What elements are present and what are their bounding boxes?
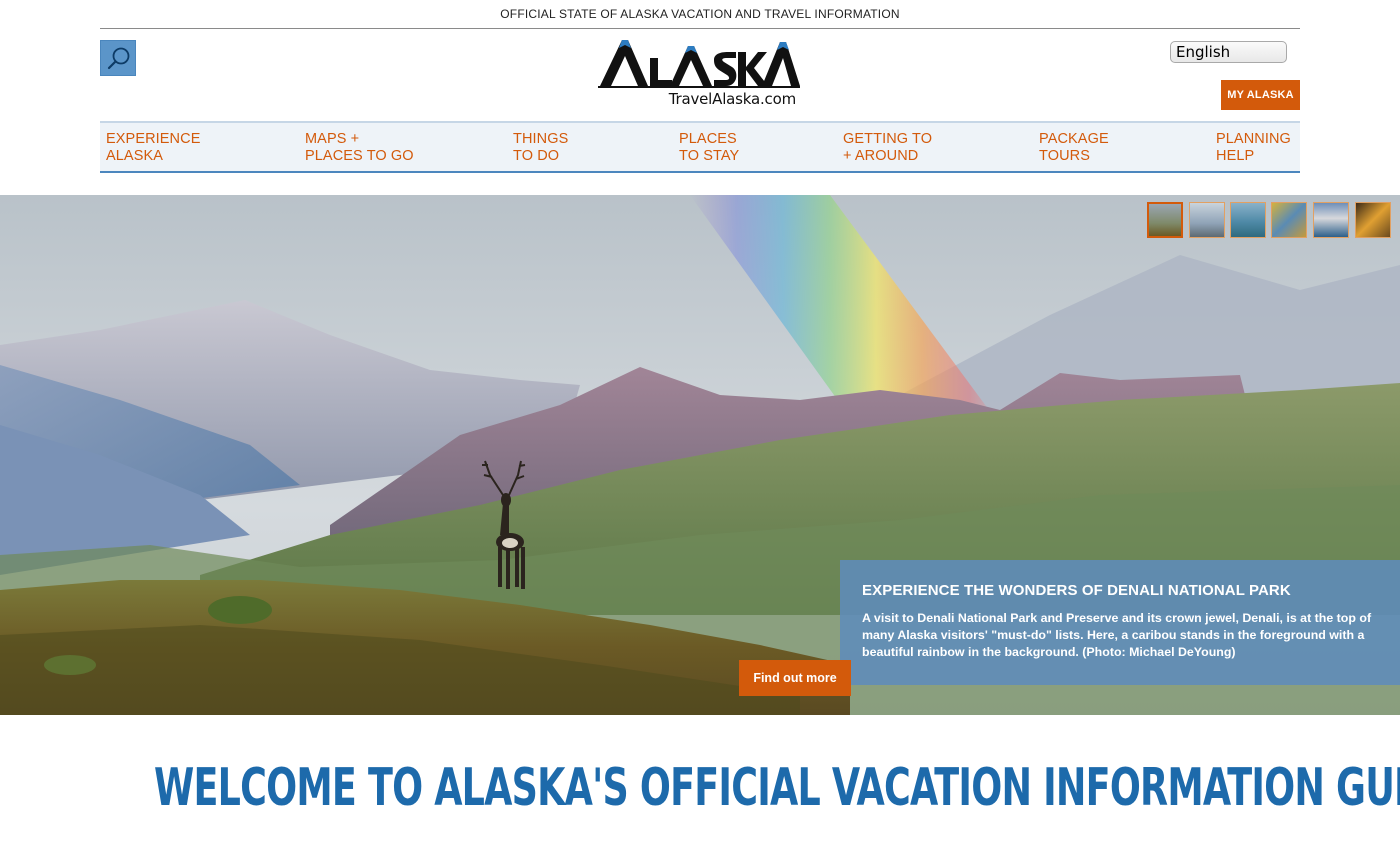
welcome-heading: WELCOME TO ALASKA'S OFFICIAL VACATION IN… bbox=[154, 758, 1400, 818]
my-alaska-button[interactable]: MY ALASKA bbox=[1221, 80, 1300, 110]
nav-package-tours[interactable]: PACKAGE TOURS bbox=[1039, 131, 1109, 165]
nav-label-line2: ALASKA bbox=[106, 148, 164, 164]
slide-thumb-3[interactable] bbox=[1230, 202, 1266, 238]
nav-label-line1: PLACES bbox=[679, 131, 737, 147]
nav-things-to-do[interactable]: THINGS TO DO bbox=[513, 131, 568, 165]
nav-label-line2: PLACES TO GO bbox=[305, 148, 414, 164]
nav-experience-alaska[interactable]: EXPERIENCE ALASKA bbox=[106, 131, 200, 165]
alaska-wordmark bbox=[598, 40, 800, 88]
official-info-bar: OFFICIAL STATE OF ALASKA VACATION AND TR… bbox=[100, 0, 1300, 29]
nav-label-line2: TOURS bbox=[1039, 148, 1090, 164]
alaska-logo[interactable]: TravelAlaska.com bbox=[598, 36, 802, 110]
nav-maps-places[interactable]: MAPS + PLACES TO GO bbox=[305, 131, 414, 165]
nav-label-line2: + AROUND bbox=[843, 148, 919, 164]
search-button[interactable] bbox=[100, 40, 136, 76]
slide-thumb-2[interactable] bbox=[1189, 202, 1225, 238]
find-out-more-button[interactable]: Find out more bbox=[739, 660, 851, 696]
slide-thumb-6[interactable] bbox=[1355, 202, 1391, 238]
caption-body: A visit to Denali National Park and Pres… bbox=[862, 611, 1372, 659]
nav-label-line1: MAPS + bbox=[305, 131, 360, 147]
nav-label-line2: TO DO bbox=[513, 148, 560, 164]
nav-label-line1: GETTING TO bbox=[843, 131, 933, 147]
slide-thumbnails bbox=[1147, 202, 1393, 240]
nav-getting-around[interactable]: GETTING TO + AROUND bbox=[843, 131, 932, 165]
nav-places-to-stay[interactable]: PLACES TO STAY bbox=[679, 131, 739, 165]
nav-label-line1: PACKAGE bbox=[1039, 131, 1109, 147]
nav-label-line2: TO STAY bbox=[679, 148, 740, 164]
slide-thumb-5[interactable] bbox=[1313, 202, 1349, 238]
slide-thumb-4[interactable] bbox=[1271, 202, 1307, 238]
nav-label-line2: HELP bbox=[1216, 148, 1255, 164]
search-icon bbox=[107, 47, 130, 70]
language-select[interactable]: English bbox=[1170, 41, 1287, 63]
logo-tagline: TravelAlaska.com bbox=[668, 90, 796, 108]
nav-label-line1: EXPERIENCE bbox=[106, 131, 201, 147]
slide-thumb-1[interactable] bbox=[1147, 202, 1183, 238]
nav-label-line1: THINGS bbox=[513, 131, 569, 147]
nav-planning-help[interactable]: PLANNING HELP bbox=[1216, 131, 1291, 165]
caption-title: EXPERIENCE THE WONDERS OF DENALI NATIONA… bbox=[862, 582, 1291, 599]
main-nav: EXPERIENCE ALASKA MAPS + PLACES TO GO TH… bbox=[100, 121, 1300, 173]
hero-caption: EXPERIENCE THE WONDERS OF DENALI NATIONA… bbox=[840, 560, 1400, 685]
hero-slideshow: EXPERIENCE THE WONDERS OF DENALI NATIONA… bbox=[0, 195, 1400, 715]
nav-label-line1: PLANNING bbox=[1216, 131, 1291, 147]
